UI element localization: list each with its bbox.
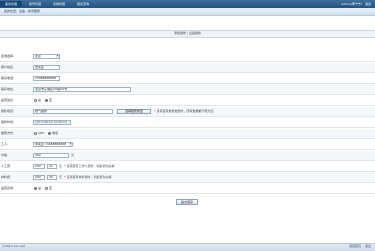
- nav-tab-system[interactable]: 系统管理: [48, 1, 70, 7]
- material-fee-hint-text: 该项目有材料费时，则此项为必填: [66, 175, 112, 179]
- district-select[interactable]: 北京 ▼: [33, 54, 60, 59]
- repair-item-input[interactable]: 燃气报修: [33, 109, 113, 114]
- customer-name-input[interactable]: 张先生: [33, 65, 60, 70]
- chevron-down-icon: ▼: [56, 55, 59, 58]
- customer-name-label: 客户姓名:: [1, 65, 15, 69]
- repair-item-label: 报修项目:: [1, 109, 15, 113]
- repair-time-input[interactable]: 2013-08-14 15:46:02: [33, 120, 71, 125]
- labor-fee-input-2[interactable]: 12: [47, 164, 57, 169]
- user-info: admin(李宁宁) 退出: [339, 1, 371, 7]
- row-material-fee: 材料费: 200 30 元 * 该项目有材料费时，则此项为必填: [0, 173, 375, 183]
- chevron-down-icon: ▼: [69, 143, 72, 146]
- form-heading: 添加报修 | 设备报修: [174, 31, 201, 35]
- price-unit: 元: [71, 153, 75, 157]
- row-labor-fee: 人工费: 200 12 元 * 该项目有工作人员时，则此项为必填: [0, 162, 375, 172]
- urgent-yes-label: 是: [38, 98, 42, 102]
- order-completed-label: 是否完成:: [1, 186, 15, 190]
- row-price: 价格: 200 元: [0, 151, 375, 161]
- row-order-completed: 是否完成: 是 否: [0, 184, 375, 194]
- footer-links: 返回首页 退出: [346, 244, 371, 249]
- submit-button[interactable]: 提交保存: [176, 199, 198, 205]
- urgent-no-radio[interactable]: [45, 99, 48, 102]
- worker-label: 工人:: [1, 142, 9, 146]
- row-district: 区域选择: 北京 ▼: [0, 52, 375, 62]
- contact-address-label: 联系地址:: [1, 87, 15, 91]
- row-worker: 工人: 李先生 13988888888 ▼: [0, 140, 375, 150]
- labor-fee-hint-text: 该项目有工作人员时，则此项为必填: [66, 164, 115, 168]
- material-fee-input-2[interactable]: 30: [47, 175, 57, 180]
- repair-item-hint: * 该项目有报修类型时，所有数据都不能为空: [154, 109, 214, 113]
- repair-method-phone-label: 电话: [52, 131, 59, 135]
- order-completed-no-radio[interactable]: [45, 187, 48, 190]
- worker-value: 李先生 13988888888: [35, 142, 66, 146]
- contact-phone-input[interactable]: 13988888888: [33, 76, 60, 81]
- select-repair-type-button[interactable]: 选择报修类型: [117, 109, 151, 114]
- labor-fee-unit: 元: [59, 164, 63, 168]
- contact-phone-label: 联系电话:: [1, 76, 15, 80]
- breadcrumb-bar: [0, 8, 375, 16]
- row-contact-address: 联系地址: 北京市东城区XX路XX号: [0, 85, 375, 95]
- urgent-label: 是否加急:: [1, 98, 15, 102]
- row-repair-method: 报修方式: APP 电话: [0, 129, 375, 139]
- repair-method-phone-radio[interactable]: [48, 132, 51, 135]
- material-fee-input-1[interactable]: 200: [33, 175, 45, 180]
- urgent-no-label: 否: [49, 98, 53, 102]
- row-contact-phone: 联系电话: 13988888888: [0, 74, 375, 84]
- footer-home-link[interactable]: 返回首页: [349, 244, 361, 248]
- nav-tab-accounts[interactable]: 帐号管理: [24, 1, 46, 7]
- row-repair-time: 报修时间: 2013-08-14 15:46:02: [0, 118, 375, 128]
- row-customer-name: 客户姓名: 张先生: [0, 63, 375, 73]
- order-completed-yes-radio[interactable]: [34, 187, 37, 190]
- worker-select[interactable]: 李先生 13988888888 ▼: [33, 142, 73, 147]
- nav-tab-transactions[interactable]: 事务处理: [0, 1, 22, 7]
- repair-method-label: 报修方式:: [1, 131, 15, 135]
- row-urgent: 是否加急: 是 否: [0, 96, 375, 106]
- breadcrumb: 您的位置：设备 - 新增报修: [4, 9, 40, 13]
- repair-method-app-label: APP: [38, 131, 44, 135]
- material-fee-unit: 元: [59, 175, 63, 179]
- labor-fee-input-1[interactable]: 200: [33, 164, 45, 169]
- price-input[interactable]: 200: [33, 153, 69, 158]
- contact-address-input[interactable]: 北京市东城区XX路XX号: [33, 87, 131, 92]
- logout-link[interactable]: 退出: [365, 2, 371, 6]
- district-label: 区域选择:: [1, 54, 15, 58]
- repair-item-hint-text: 该项目有报修类型时，所有数据都不能为空: [156, 109, 214, 113]
- order-completed-yes-label: 是: [38, 186, 42, 190]
- district-value: 北京: [35, 54, 42, 58]
- material-fee-hint: * 该项目有材料费时，则此项为必填: [64, 175, 112, 179]
- repair-method-app-radio[interactable]: [34, 132, 37, 135]
- footer-copyright: ©2013 xxx.net: [2, 244, 25, 248]
- footer-logout-link[interactable]: 退出: [365, 244, 371, 248]
- price-label: 价格:: [1, 153, 9, 157]
- material-fee-label: 材料费:: [1, 175, 12, 179]
- labor-fee-label: 人工费:: [1, 164, 12, 168]
- row-repair-item: 报修项目: 燃气报修 选择报修类型 * 该项目有报修类型时，所有数据都不能为空: [0, 107, 375, 117]
- labor-fee-hint: * 该项目有工作人员时，则此项为必填: [64, 164, 115, 168]
- order-completed-no-label: 否: [49, 186, 53, 190]
- repair-time-label: 报修时间:: [1, 120, 15, 124]
- username: admin(李宁宁): [341, 2, 363, 6]
- nav-tab-reports[interactable]: 报表查询: [72, 1, 94, 7]
- urgent-yes-radio[interactable]: [34, 99, 37, 102]
